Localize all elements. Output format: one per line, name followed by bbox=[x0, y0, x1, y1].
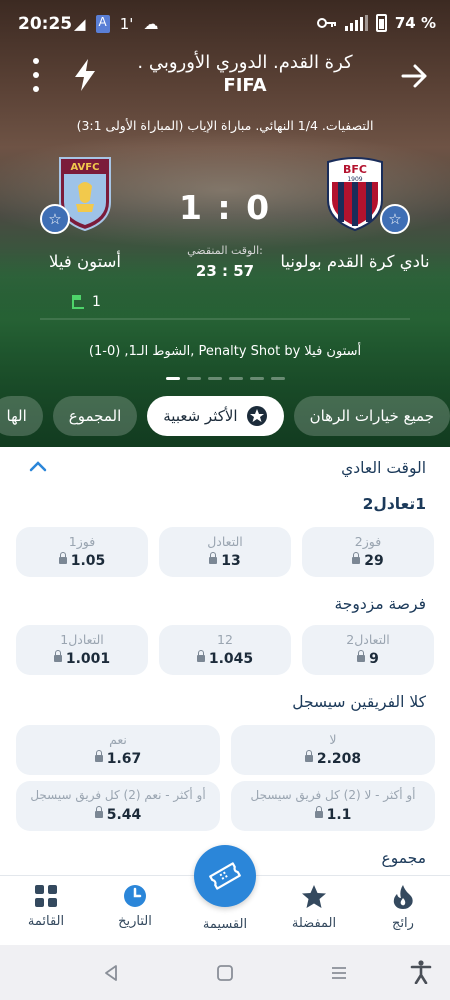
cloud-icon: ☁ bbox=[143, 15, 159, 33]
lock-icon bbox=[53, 650, 62, 662]
market-title-double-chance: فرصة مزدوجة bbox=[334, 595, 427, 613]
tab-totals[interactable]: المجموع bbox=[52, 396, 138, 436]
odd-button-dc-x2[interactable]: التعادل2 9 bbox=[302, 625, 434, 675]
nav-menu[interactable]: القائمة bbox=[6, 884, 86, 929]
odd-button-dc-1x[interactable]: التعادل1 1.001 bbox=[16, 625, 148, 675]
odd-button-1x2-draw[interactable]: التعادل 13 bbox=[159, 527, 291, 577]
nav-popular[interactable]: رائج bbox=[363, 884, 443, 931]
clock-icon bbox=[124, 885, 146, 907]
star-icon bbox=[302, 885, 326, 908]
nav-history[interactable]: التاريخ bbox=[95, 884, 175, 929]
tab-handicap[interactable]: الها bbox=[0, 396, 43, 436]
odd-button-1x2-w1[interactable]: فوز1 1.05 bbox=[16, 527, 148, 577]
carousel-dot[interactable] bbox=[186, 377, 201, 380]
competition-subtitle: FIFA bbox=[223, 75, 267, 96]
system-icons: 74 % bbox=[316, 14, 436, 32]
system-navigation-bar bbox=[0, 945, 450, 1000]
section-regular-time: الوقت العادي bbox=[341, 459, 426, 477]
lightning-icon[interactable] bbox=[70, 58, 100, 92]
lock-icon bbox=[304, 750, 313, 762]
odd-button-btts-yes[interactable]: نعم 1.67 bbox=[16, 725, 220, 775]
lock-icon bbox=[196, 650, 205, 662]
carousel-dot[interactable] bbox=[228, 377, 243, 380]
battery-icon bbox=[375, 14, 387, 32]
status-time: 20:25 bbox=[18, 14, 73, 34]
chevron-up-icon[interactable] bbox=[28, 459, 48, 473]
ticket-icon bbox=[209, 862, 241, 890]
svg-text:1909: 1909 bbox=[347, 176, 362, 183]
match-hero: 20:25 ◢ A 1' ☁ 74 % كرة القدم. الدوري ال… bbox=[0, 0, 450, 447]
flame-icon bbox=[393, 885, 413, 909]
odd-button-dc-12[interactable]: 12 1.045 bbox=[159, 625, 291, 675]
carousel-dots[interactable] bbox=[0, 377, 450, 380]
status-bar: 20:25 ◢ A 1' ☁ 74 % bbox=[0, 0, 450, 50]
market-tabs: جميع خيارات الرهان الأكثر شعبية المجموع … bbox=[0, 396, 450, 440]
away-team[interactable]: AVFC أستون فيلا bbox=[10, 156, 160, 271]
lock-icon bbox=[314, 806, 323, 818]
odd-button-btts-no[interactable]: لا 2.208 bbox=[231, 725, 435, 775]
carousel-dot[interactable] bbox=[207, 377, 222, 380]
match-round: التصفيات. 1/4 النهائي. مباراة الإياب (ال… bbox=[76, 118, 374, 133]
home-icon[interactable] bbox=[216, 964, 234, 982]
coupon-label: القسيمة bbox=[202, 917, 248, 932]
recents-icon[interactable] bbox=[330, 964, 348, 982]
odd-button-1x2-w2[interactable]: فوز2 29 bbox=[302, 527, 434, 577]
match-score: 1 : 0 bbox=[178, 188, 272, 227]
corner-flag-icon bbox=[72, 295, 84, 309]
header-title: كرة القدم. الدوري الأوروبي . FIFA bbox=[110, 52, 380, 96]
telegram-icon: ◢ bbox=[74, 15, 86, 33]
key-icon bbox=[316, 18, 336, 28]
elapsed-time-label: :الوقت المنقضي bbox=[187, 244, 263, 257]
translate-icon: A bbox=[95, 15, 110, 33]
tab-all-markets[interactable]: جميع خيارات الرهان bbox=[293, 396, 450, 436]
popular-badge-icon bbox=[246, 406, 267, 426]
coupon-button[interactable] bbox=[194, 845, 256, 907]
markets-list: الوقت العادي 1تعادل2 فوز1 1.05 التعادل 1… bbox=[0, 447, 450, 875]
pitch-line bbox=[40, 318, 410, 320]
notification-icons: ◢ A 1' ☁ bbox=[74, 15, 158, 33]
svg-text:BFC: BFC bbox=[343, 163, 367, 176]
notification-icon: 1' bbox=[119, 15, 134, 33]
accessibility-icon[interactable] bbox=[410, 960, 432, 984]
competition-title: كرة القدم. الدوري الأوروبي . bbox=[137, 52, 353, 73]
home-team-name: نادي كرة القدم بولونيا bbox=[280, 252, 430, 271]
bologna-crest-icon: BFC 1909 bbox=[327, 157, 383, 232]
lock-icon bbox=[94, 750, 103, 762]
lock-icon bbox=[209, 552, 218, 564]
grid-menu-icon bbox=[35, 885, 57, 907]
corners-stat: 1 bbox=[72, 294, 101, 310]
last-event: الشوط الـ1, (0-1), Penalty Shot by أستون… bbox=[88, 344, 362, 359]
lock-icon bbox=[357, 650, 366, 662]
tab-most-popular[interactable]: الأكثر شعبية bbox=[147, 396, 284, 436]
market-title-btts: كلا الفريقين سيسجل bbox=[292, 693, 426, 711]
back-icon[interactable] bbox=[102, 964, 120, 982]
nav-favorites[interactable]: المفضلة bbox=[274, 884, 354, 931]
more-menu-button[interactable] bbox=[24, 58, 48, 92]
carousel-dot[interactable] bbox=[270, 377, 285, 380]
battery-percent: 74 % bbox=[394, 14, 436, 32]
carousel-dot[interactable] bbox=[165, 377, 180, 380]
market-title-total: مجموع bbox=[381, 849, 426, 867]
lock-icon bbox=[58, 552, 67, 564]
away-favorite-star-icon[interactable]: ☆ bbox=[40, 204, 70, 234]
away-team-name: أستون فيلا bbox=[49, 252, 121, 271]
home-favorite-star-icon[interactable]: ☆ bbox=[380, 204, 410, 234]
svg-text:AVFC: AVFC bbox=[71, 162, 100, 173]
signal-icon bbox=[344, 15, 368, 31]
market-title-1x2: 1تعادل2 bbox=[362, 495, 426, 513]
back-arrow-icon[interactable] bbox=[400, 62, 428, 90]
lock-icon bbox=[94, 806, 103, 818]
corners-count: 1 bbox=[92, 294, 101, 310]
lock-icon bbox=[352, 552, 361, 564]
odd-button-btts-2plus-yes[interactable]: أو أكثر - نعم (2) كل فريق سيسجل 5.44 bbox=[16, 781, 220, 831]
carousel-dot[interactable] bbox=[249, 377, 264, 380]
odd-button-btts-2plus-no[interactable]: أو أكثر - لا (2) كل فريق سيسجل 1.1 bbox=[231, 781, 435, 831]
elapsed-time: 23 : 57 bbox=[195, 262, 255, 280]
